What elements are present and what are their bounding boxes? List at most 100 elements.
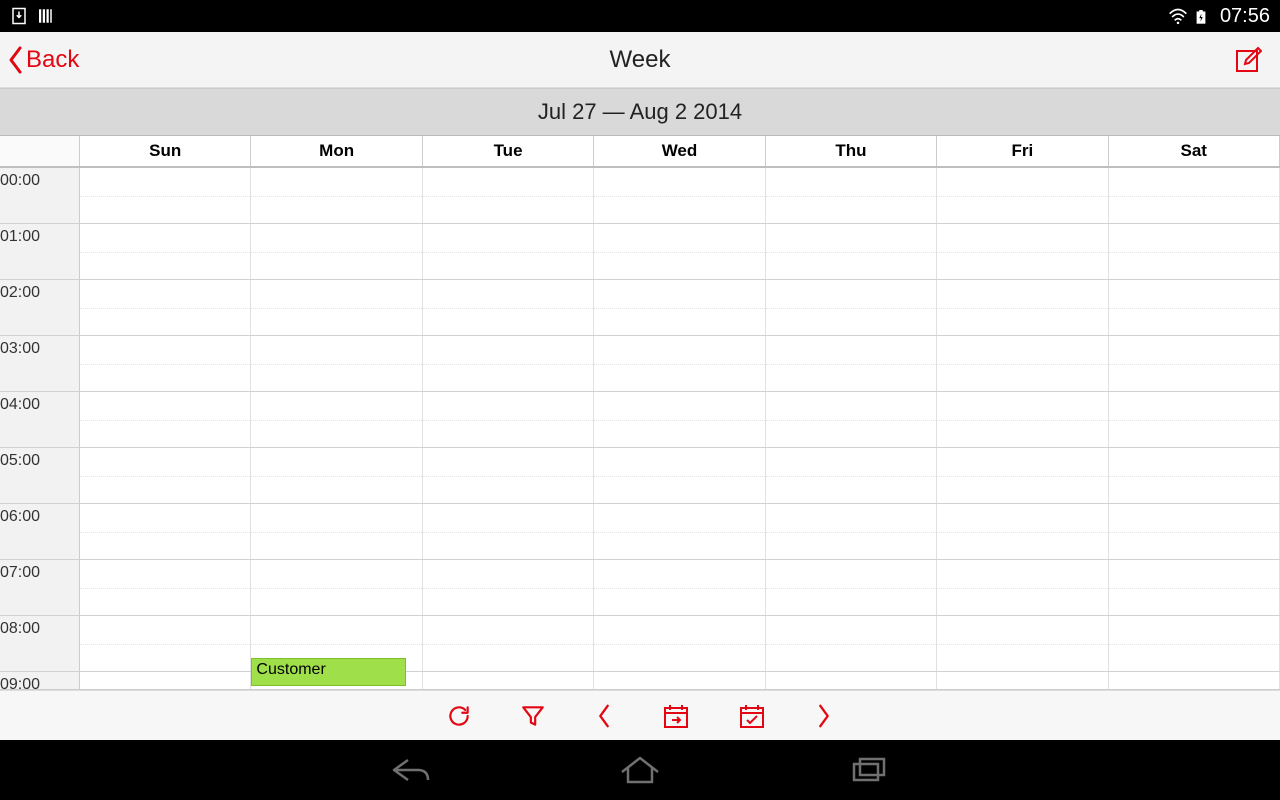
date-range-label: Jul 27 — Aug 2 2014 (538, 99, 742, 125)
calendar-cell[interactable] (80, 560, 251, 615)
calendar-cell[interactable] (423, 336, 594, 391)
calendar-cell[interactable] (80, 392, 251, 447)
calendar-event[interactable]: Customer (251, 658, 405, 686)
calendar-cell[interactable] (80, 280, 251, 335)
calendar-cell[interactable] (423, 168, 594, 223)
calendar-cell[interactable] (766, 280, 937, 335)
calendar-cell[interactable] (423, 672, 594, 690)
today-button[interactable] (738, 702, 766, 730)
calendar-cell[interactable] (423, 280, 594, 335)
android-home-button[interactable] (616, 754, 664, 786)
calendar-cell[interactable] (937, 560, 1108, 615)
calendar-cell[interactable] (594, 672, 765, 690)
calendar-cell[interactable] (937, 280, 1108, 335)
calendar-cell[interactable] (423, 392, 594, 447)
calendar-cell[interactable] (766, 224, 937, 279)
hour-row[interactable]: 05:00 (0, 448, 1280, 504)
calendar-cell[interactable] (80, 336, 251, 391)
calendar-cell[interactable] (423, 448, 594, 503)
day-header-wed: Wed (594, 136, 765, 166)
calendar-grid[interactable]: 00:0001:0002:0003:0004:0005:0006:0007:00… (0, 168, 1280, 690)
calendar-cell[interactable] (594, 448, 765, 503)
calendar-cell[interactable] (937, 168, 1108, 223)
calendar-cell[interactable] (1109, 448, 1280, 503)
calendar-cell[interactable] (1109, 168, 1280, 223)
calendar-cell[interactable] (1109, 504, 1280, 559)
calendar-cell[interactable] (594, 560, 765, 615)
calendar-cell[interactable] (766, 448, 937, 503)
date-range-bar[interactable]: Jul 27 — Aug 2 2014 (0, 88, 1280, 136)
calendar-cell[interactable] (937, 448, 1108, 503)
compose-button[interactable] (1216, 46, 1280, 74)
calendar-cell[interactable] (594, 224, 765, 279)
calendar-cell[interactable] (937, 392, 1108, 447)
calendar-cell[interactable] (80, 448, 251, 503)
calendar-cell[interactable] (766, 560, 937, 615)
calendar-cell[interactable] (937, 336, 1108, 391)
calendar-cell[interactable] (766, 168, 937, 223)
calendar-cell[interactable] (766, 616, 937, 671)
time-label: 06:00 (0, 504, 80, 559)
calendar-cell[interactable] (594, 392, 765, 447)
calendar-cell[interactable] (594, 336, 765, 391)
android-nav-bar (0, 740, 1280, 800)
calendar-cell[interactable] (1109, 336, 1280, 391)
hour-row[interactable]: 09:00 (0, 672, 1280, 690)
calendar-cell[interactable] (937, 504, 1108, 559)
calendar-cell[interactable] (251, 224, 422, 279)
battery-charging-icon (1194, 7, 1212, 25)
calendar-cell[interactable] (251, 392, 422, 447)
hour-row[interactable]: 07:00 (0, 560, 1280, 616)
calendar-cell[interactable] (251, 504, 422, 559)
calendar-cell[interactable] (423, 504, 594, 559)
hour-row[interactable]: 02:00 (0, 280, 1280, 336)
calendar-cell[interactable] (423, 616, 594, 671)
hour-row[interactable]: 00:00 (0, 168, 1280, 224)
calendar-cell[interactable] (1109, 560, 1280, 615)
calendar-cell[interactable] (423, 560, 594, 615)
calendar-cell[interactable] (937, 672, 1108, 690)
go-to-date-button[interactable] (662, 702, 690, 730)
calendar-header-row: Sun Mon Tue Wed Thu Fri Sat (0, 136, 1280, 168)
calendar-cell[interactable] (423, 224, 594, 279)
calendar-cell[interactable] (1109, 616, 1280, 671)
time-label: 07:00 (0, 560, 80, 615)
hour-row[interactable]: 03:00 (0, 336, 1280, 392)
next-button[interactable] (814, 703, 834, 729)
hour-row[interactable]: 06:00 (0, 504, 1280, 560)
calendar-cell[interactable] (594, 280, 765, 335)
hour-row[interactable]: 08:00 (0, 616, 1280, 672)
hour-row[interactable]: 04:00 (0, 392, 1280, 448)
calendar-cell[interactable] (251, 336, 422, 391)
calendar-cell[interactable] (766, 392, 937, 447)
calendar-cell[interactable] (766, 504, 937, 559)
filter-button[interactable] (520, 703, 546, 729)
calendar-cell[interactable] (937, 616, 1108, 671)
calendar-cell[interactable] (1109, 280, 1280, 335)
calendar-cell[interactable] (251, 560, 422, 615)
calendar-cell[interactable] (766, 336, 937, 391)
calendar-cell[interactable] (937, 224, 1108, 279)
calendar-cell[interactable] (594, 168, 765, 223)
prev-button[interactable] (594, 703, 614, 729)
calendar-cell[interactable] (251, 168, 422, 223)
android-back-button[interactable] (388, 754, 436, 786)
calendar-cell[interactable] (1109, 672, 1280, 690)
calendar-cell[interactable] (251, 280, 422, 335)
refresh-button[interactable] (446, 703, 472, 729)
calendar-cell[interactable] (766, 672, 937, 690)
calendar-cell[interactable] (80, 672, 251, 690)
calendar-cell[interactable] (80, 224, 251, 279)
android-recent-button[interactable] (844, 754, 892, 786)
calendar-cell[interactable] (1109, 224, 1280, 279)
android-status-bar: 07:56 (0, 0, 1280, 32)
calendar-cell[interactable] (594, 504, 765, 559)
calendar-cell[interactable] (80, 616, 251, 671)
calendar-cell[interactable] (1109, 392, 1280, 447)
back-button[interactable]: Back (0, 46, 87, 74)
calendar-cell[interactable] (80, 504, 251, 559)
calendar-cell[interactable] (251, 448, 422, 503)
calendar-cell[interactable] (80, 168, 251, 223)
hour-row[interactable]: 01:00 (0, 224, 1280, 280)
calendar-cell[interactable] (594, 616, 765, 671)
